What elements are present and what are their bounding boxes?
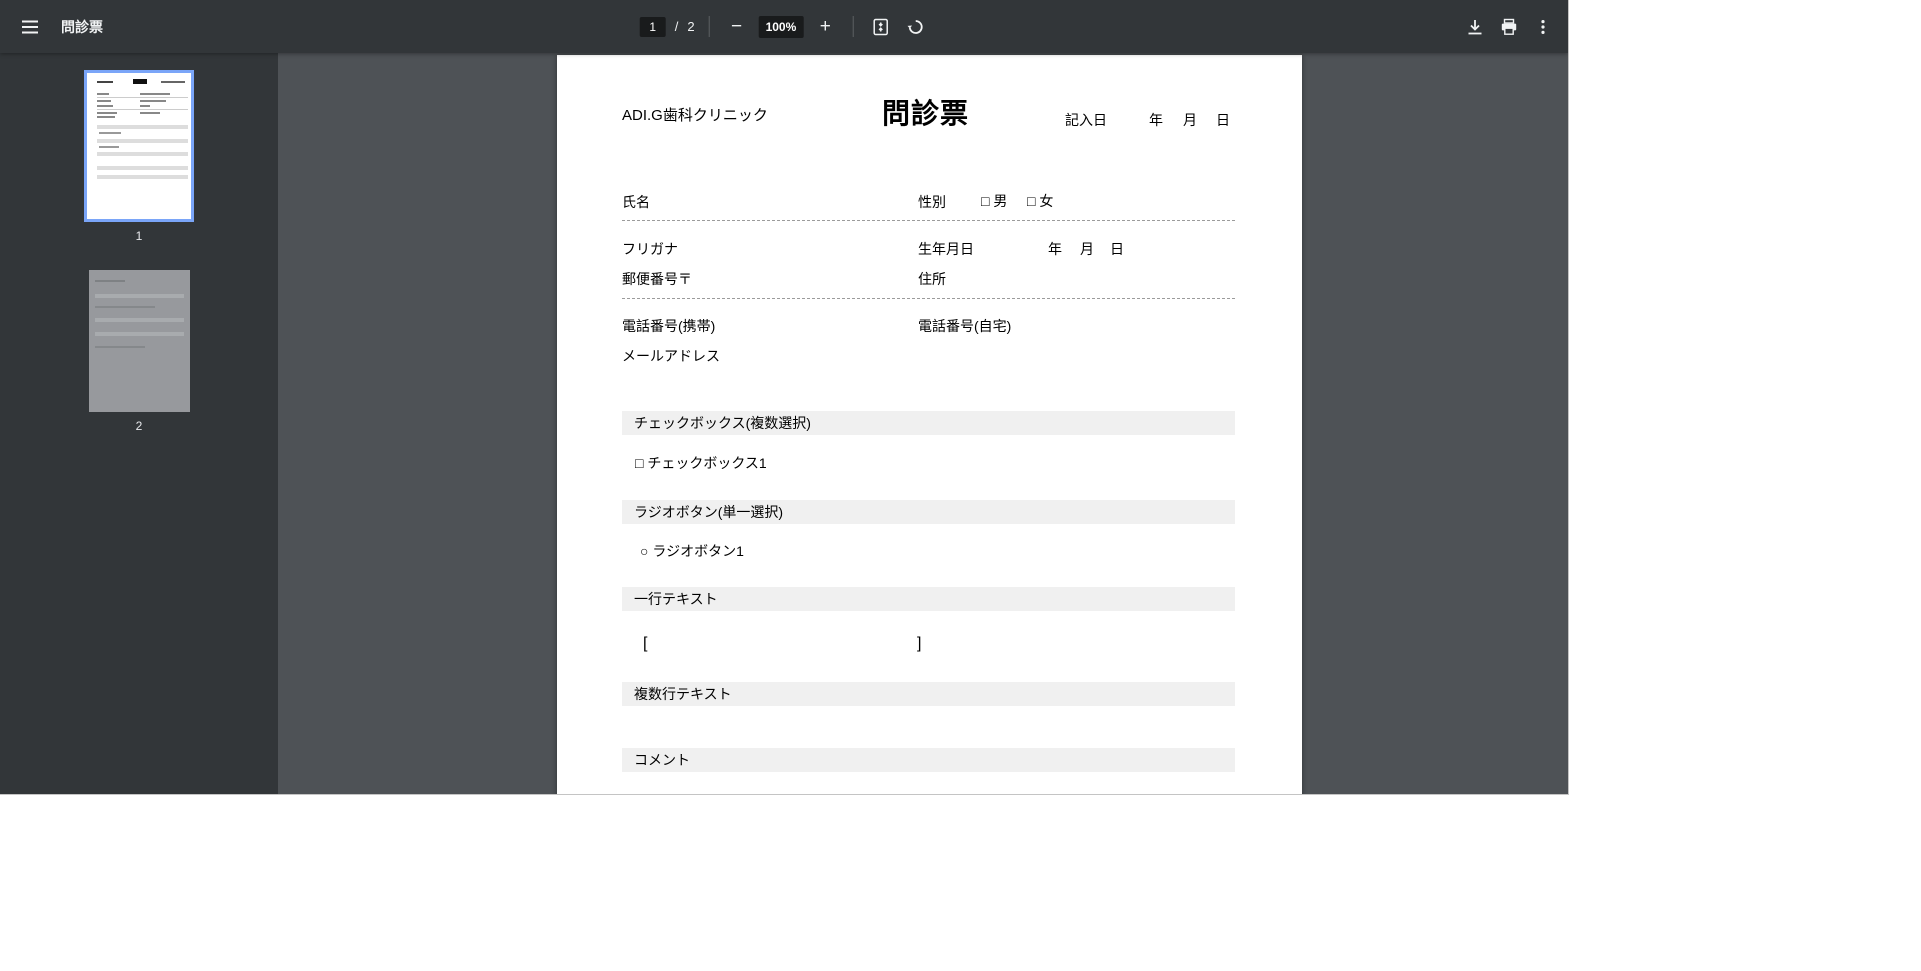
download-icon <box>1466 18 1484 36</box>
thumbnail-item-1: 1 <box>0 70 278 243</box>
page-number-input[interactable] <box>639 16 666 37</box>
gender-female-checkbox: □ 女 <box>1027 193 1054 209</box>
entry-date-day: 日 <box>1216 112 1230 128</box>
checkbox-option: □ チェックボックス1 <box>635 455 767 471</box>
document-title: 問診票 <box>61 18 103 35</box>
dashed-divider <box>622 220 1235 221</box>
more-options-button[interactable] <box>1530 14 1556 40</box>
section-header: 一行テキスト <box>622 587 1235 611</box>
thumbnail-page-1[interactable] <box>84 70 194 222</box>
zoom-in-button[interactable]: + <box>812 14 838 40</box>
toolbar-right-group <box>1462 14 1568 40</box>
thumbnail-item-2: 2 <box>0 270 278 433</box>
section-header: コメント <box>622 748 1235 772</box>
zoom-level: 100% <box>758 15 804 38</box>
kebab-menu-icon <box>1534 18 1552 36</box>
address-label: 住所 <box>918 271 946 287</box>
furigana-label: フリガナ <box>622 241 678 257</box>
fit-page-button[interactable] <box>867 14 893 40</box>
section-header: ラジオボタン(単一選択) <box>622 500 1235 524</box>
section-header: 複数行テキスト <box>622 682 1235 706</box>
phone-home-label: 電話番号(自宅) <box>918 318 1012 334</box>
section-header: チェックボックス(複数選択) <box>622 411 1235 435</box>
text-bracket-close: ] <box>917 635 922 652</box>
name-label: 氏名 <box>622 194 650 210</box>
dashed-divider <box>622 298 1235 299</box>
birthdate-month: 月 <box>1080 241 1094 257</box>
email-label: メールアドレス <box>622 348 720 364</box>
birthdate-label: 生年月日 <box>918 241 974 257</box>
page-total: 2 <box>687 19 695 34</box>
birthdate-year: 年 <box>1048 241 1062 257</box>
pdf-viewer-app: 問診票 / 2 − 100% + <box>0 0 1568 794</box>
rotate-button[interactable] <box>902 14 928 40</box>
thumbnail-page-2[interactable] <box>88 270 190 412</box>
radio-option: ○ ラジオボタン1 <box>640 543 744 559</box>
print-button[interactable] <box>1496 14 1522 40</box>
rotate-ccw-icon <box>906 18 924 36</box>
thumbnail-label: 1 <box>135 229 143 243</box>
toolbar-left-group: 問診票 <box>0 14 103 40</box>
entry-date-month: 月 <box>1183 112 1197 128</box>
thumbnail-sidebar: 1 2 <box>0 53 278 794</box>
fit-to-page-icon <box>871 18 889 36</box>
gender-male-checkbox: □ 男 <box>981 193 1008 209</box>
toolbar-divider <box>708 16 710 37</box>
screenshot-canvas: 問診票 / 2 − 100% + <box>0 0 1921 971</box>
gender-label: 性別 <box>918 194 946 210</box>
hamburger-menu-icon <box>21 18 39 36</box>
toolbar-center-group: / 2 − 100% + <box>639 0 929 53</box>
birthdate-day: 日 <box>1110 241 1124 257</box>
text-bracket-open: [ <box>643 635 648 652</box>
entry-date-label: 記入日 <box>1065 112 1107 128</box>
viewer-canvas[interactable]: ADI.G歯科クリニック 問診票 記入日 年 月 日 氏名 性別 □ 男 □ 女… <box>278 53 1568 794</box>
entry-date-year: 年 <box>1149 112 1163 128</box>
thumbnail-label: 2 <box>135 419 143 433</box>
pdf-toolbar: 問診票 / 2 − 100% + <box>0 0 1568 53</box>
clinic-name: ADI.G歯科クリニック <box>622 107 768 124</box>
menu-button[interactable] <box>17 14 43 40</box>
postal-code-label: 郵便番号〒 <box>622 271 692 287</box>
download-button[interactable] <box>1462 14 1488 40</box>
phone-mobile-label: 電話番号(携帯) <box>622 318 716 334</box>
print-icon <box>1500 18 1518 36</box>
form-title: 問診票 <box>882 98 970 129</box>
zoom-out-button[interactable]: − <box>724 14 750 40</box>
pdf-page-1: ADI.G歯科クリニック 問診票 記入日 年 月 日 氏名 性別 □ 男 □ 女… <box>557 55 1302 794</box>
page-separator: / <box>674 19 679 34</box>
toolbar-divider <box>852 16 854 37</box>
